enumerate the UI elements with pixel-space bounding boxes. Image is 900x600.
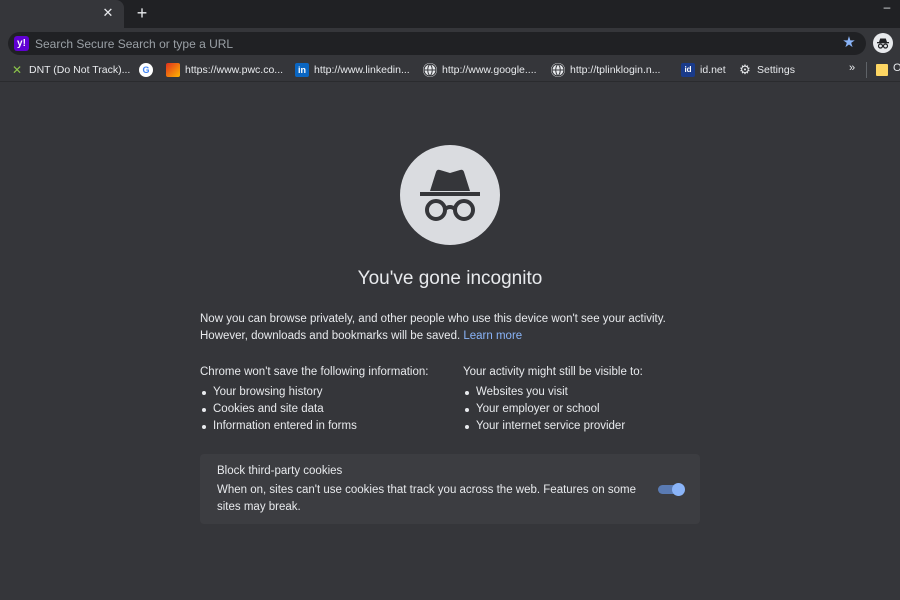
yahoo-icon[interactable]: y! xyxy=(14,36,29,51)
block-cookies-toggle[interactable] xyxy=(658,483,685,496)
bookmark-label: https://www.pwc.co... xyxy=(185,64,284,76)
globe-icon xyxy=(551,63,565,77)
address-bar-input[interactable] xyxy=(35,34,815,53)
bookmark-label: Settings xyxy=(757,64,795,76)
not-saved-list: Chrome won't save the following informat… xyxy=(200,364,450,435)
cookie-card-title: Block third-party cookies xyxy=(217,465,343,477)
bookmark-label: id.net xyxy=(700,64,726,76)
active-tab[interactable]: ✕ xyxy=(0,0,124,28)
bookmark-label: http://www.google.... xyxy=(442,64,537,76)
toolbar: y! ★ xyxy=(0,28,900,58)
bookmark-tplink[interactable]: http://tplinklogin.n... xyxy=(551,62,660,78)
tab-strip: ✕ + – xyxy=(0,0,900,28)
gear-icon: ⚙ xyxy=(739,62,751,77)
list-item: Your employer or school xyxy=(463,401,713,418)
incognito-icon xyxy=(400,145,500,245)
bookmark-idnet[interactable]: id id.net xyxy=(681,62,726,78)
bookmark-google[interactable]: G xyxy=(139,62,153,78)
folder-icon[interactable] xyxy=(876,64,888,76)
bookmark-linkedin[interactable]: in http://www.linkedin... xyxy=(295,62,410,78)
bookmarks-bar: ✕ DNT (Do Not Track)... G https://www.pw… xyxy=(0,58,900,82)
other-bookmarks-label[interactable]: O xyxy=(893,62,900,74)
list-item: Information entered in forms xyxy=(200,418,450,435)
dnt-icon: ✕ xyxy=(11,63,23,77)
tab-close-icon[interactable]: ✕ xyxy=(100,5,116,21)
linkedin-icon: in xyxy=(295,63,309,77)
bookmark-pwc[interactable]: https://www.pwc.co... xyxy=(166,62,283,78)
still-visible-heading: Your activity might still be visible to: xyxy=(463,366,643,378)
cookie-controls-card: Block third-party cookies When on, sites… xyxy=(200,454,700,524)
omnibox[interactable]: y! ★ xyxy=(8,32,866,55)
list-item: Your internet service provider xyxy=(463,418,713,435)
bookmarks-overflow-button[interactable]: » xyxy=(849,62,855,74)
list-item: Websites you visit xyxy=(463,384,713,401)
bookmark-star-icon[interactable]: ★ xyxy=(840,34,858,52)
bookmark-dnt[interactable]: ✕ DNT (Do Not Track)... xyxy=(10,62,130,78)
bookmark-google-url[interactable]: http://www.google.... xyxy=(423,62,537,78)
incognito-profile-icon[interactable] xyxy=(873,33,893,53)
new-tab-button[interactable]: + xyxy=(132,3,152,23)
bookmark-label: http://www.linkedin... xyxy=(314,64,410,76)
bookmark-label: DNT (Do Not Track)... xyxy=(29,64,131,76)
list-item: Cookies and site data xyxy=(200,401,450,418)
minimize-button[interactable]: – xyxy=(880,1,894,16)
intro-text: Now you can browse privately, and other … xyxy=(200,313,666,342)
learn-more-link[interactable]: Learn more xyxy=(463,330,522,342)
idnet-icon: id xyxy=(681,63,695,77)
google-icon: G xyxy=(139,63,153,77)
bookmark-settings[interactable]: ⚙ Settings xyxy=(738,62,795,78)
list-item: Your browsing history xyxy=(200,384,450,401)
not-saved-heading: Chrome won't save the following informat… xyxy=(200,366,429,378)
pwc-icon xyxy=(166,63,180,77)
toggle-knob xyxy=(672,483,685,496)
page-title: You've gone incognito xyxy=(357,268,543,289)
still-visible-list: Your activity might still be visible to:… xyxy=(463,364,713,435)
incognito-intro: Now you can browse privately, and other … xyxy=(200,311,700,345)
cookie-card-description: When on, sites can't use cookies that tr… xyxy=(217,484,636,513)
globe-icon xyxy=(423,63,437,77)
bookmarks-separator xyxy=(866,62,867,78)
bookmark-label: http://tplinklogin.n... xyxy=(570,64,661,76)
